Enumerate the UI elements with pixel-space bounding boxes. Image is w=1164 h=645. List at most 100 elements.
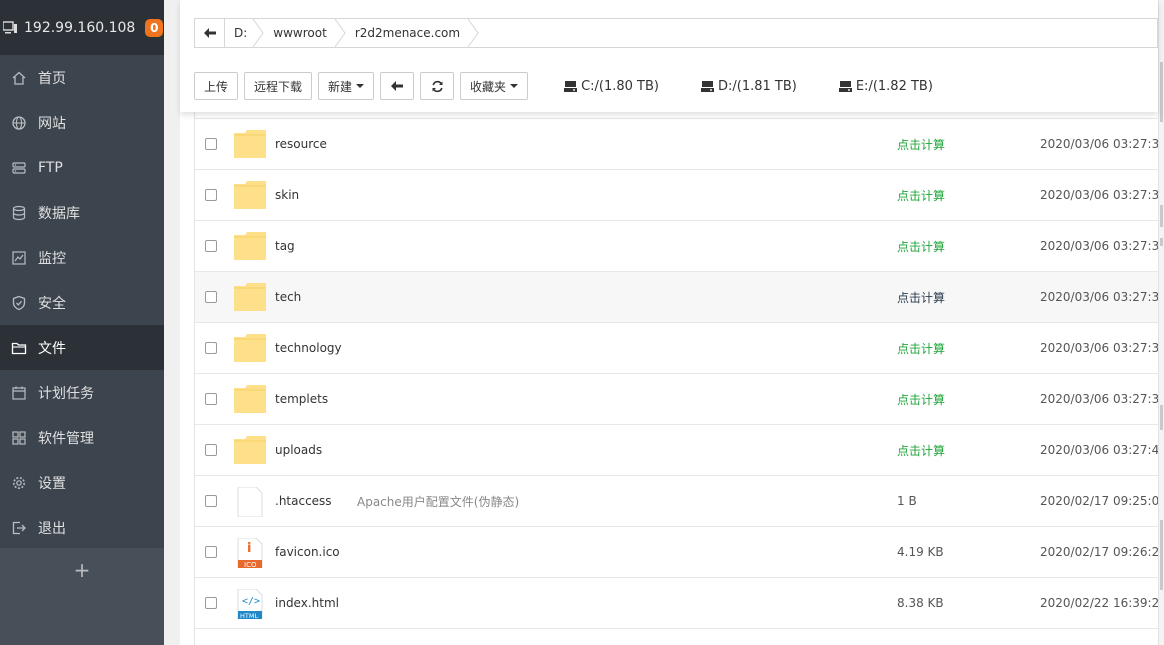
row-checkbox[interactable] xyxy=(205,393,217,405)
folder-icon xyxy=(234,283,266,311)
disk-label: C:/(1.80 TB) xyxy=(581,78,659,94)
scrollbar-track-mark xyxy=(1160,205,1163,227)
table-row[interactable]: </> HTML index.html 8.38 KB 2020/02/22 16:39… xyxy=(195,578,1158,629)
calculate-size-link[interactable]: 点击计算 xyxy=(897,136,945,153)
table-row[interactable]: technology 点击计算 2020/03/06 03:27:39 xyxy=(195,323,1158,374)
table-row[interactable]: templets 点击计算 2020/03/06 03:27:39 xyxy=(195,374,1158,425)
sidebar-item-3[interactable]: 数据库 xyxy=(0,190,164,235)
disk-list: C:/(1.80 TB) D:/(1.81 TB) E:/(1.82 TB) xyxy=(538,79,933,94)
arrow-left-icon xyxy=(391,81,404,91)
file-date: 2020/03/06 03:27:39 xyxy=(1040,188,1158,202)
file-name[interactable]: uploads xyxy=(275,443,322,457)
file-note[interactable]: Apache用户配置文件(伪静态) xyxy=(357,493,519,510)
file-name[interactable]: .htaccess xyxy=(275,494,332,508)
disk-item[interactable]: E:/(1.82 TB) xyxy=(838,79,933,94)
add-plugin-button[interactable]: + xyxy=(0,548,164,592)
scrollbar-track-mark xyxy=(1160,520,1163,590)
sidebar-item-9[interactable]: 设置 xyxy=(0,460,164,505)
database-icon xyxy=(11,205,27,221)
row-checkbox[interactable] xyxy=(205,495,217,507)
ftp-icon xyxy=(11,160,27,176)
sidebar-item-label: 计划任务 xyxy=(38,385,94,402)
sidebar-item-label: 首页 xyxy=(38,70,66,87)
action-toolbar: 上传 远程下载 新建 收藏夹 C:/(1.80 TB) D:/(1.81 TB) E… xyxy=(194,72,933,100)
notification-badge[interactable]: 0 xyxy=(145,18,164,37)
table-row[interactable]: .htaccess Apache用户配置文件(伪静态) 1 B 2020/02/17 … xyxy=(195,476,1158,527)
file-name[interactable]: index.html xyxy=(275,596,339,610)
back-button[interactable] xyxy=(380,72,415,100)
disk-item[interactable]: D:/(1.81 TB) xyxy=(700,78,797,94)
svg-text:ICO: ICO xyxy=(244,561,257,568)
row-checkbox[interactable] xyxy=(205,546,217,558)
file-size: 1 B xyxy=(897,494,917,508)
file-manager-panel: resource 点击计算 2020/03/06 03:27:39 skin 点击计算 2… xyxy=(180,0,1164,645)
sidebar-item-4[interactable]: 监控 xyxy=(0,235,164,280)
breadcrumb-item-drive[interactable]: D: xyxy=(225,19,264,47)
file-name[interactable]: tag xyxy=(275,239,295,253)
sidebar-item-2[interactable]: FTP xyxy=(0,145,164,190)
scrollbar-track-mark xyxy=(1160,62,1163,122)
file-date: 2020/03/06 03:27:39 xyxy=(1040,392,1158,406)
file-name[interactable]: templets xyxy=(275,392,328,406)
breadcrumb-item-wwwroot[interactable]: wwwroot xyxy=(259,19,346,47)
sidebar-item-1[interactable]: 网站 xyxy=(0,100,164,145)
file-size: 8.38 KB xyxy=(897,596,944,610)
sidebar-item-10[interactable]: 退出 xyxy=(0,505,164,550)
row-checkbox[interactable] xyxy=(205,444,217,456)
sidebar-item-6[interactable]: 文件 xyxy=(0,325,164,370)
file-name[interactable]: skin xyxy=(275,188,299,202)
file-date: 2020/03/06 03:27:39 xyxy=(1040,290,1158,304)
calculate-size-link[interactable]: 点击计算 xyxy=(897,238,945,255)
gear-icon xyxy=(11,475,27,491)
sidebar-item-5[interactable]: 安全 xyxy=(0,280,164,325)
breadcrumb-item-site[interactable]: r2d2menace.com xyxy=(341,19,479,47)
sidebar-item-7[interactable]: 计划任务 xyxy=(0,370,164,415)
file-date: 2020/03/06 03:27:39 xyxy=(1040,341,1158,355)
calculate-size-link[interactable]: 点击计算 xyxy=(897,442,945,459)
sidebar-item-0[interactable]: 首页 xyxy=(0,55,164,100)
row-checkbox[interactable] xyxy=(205,342,217,354)
table-row[interactable]: uploads 点击计算 2020/03/06 03:27:40 xyxy=(195,425,1158,476)
folder-icon xyxy=(234,130,266,158)
upload-button[interactable]: 上传 xyxy=(194,72,239,100)
sidebar-item-label: 退出 xyxy=(38,520,66,537)
path-back-button[interactable] xyxy=(195,19,225,47)
new-dropdown-button[interactable]: 新建 xyxy=(318,72,375,100)
table-row[interactable]: tech 点击计算 2020/03/06 03:27:39 xyxy=(195,272,1158,323)
sidebar-item-label: 设置 xyxy=(38,475,66,492)
table-row[interactable]: i ICO favicon.ico 4.19 KB 2020/02/17 09:26:2… xyxy=(195,527,1158,578)
table-row[interactable]: skin 点击计算 2020/03/06 03:27:39 xyxy=(195,170,1158,221)
row-checkbox[interactable] xyxy=(205,189,217,201)
disk-item[interactable]: C:/(1.80 TB) xyxy=(564,79,659,94)
caret-down-icon xyxy=(510,84,519,88)
scrollbar[interactable] xyxy=(1158,0,1164,645)
calculate-size-link[interactable]: 点击计算 xyxy=(897,340,945,357)
table-row[interactable]: tag 点击计算 2020/03/06 03:27:39 xyxy=(195,221,1158,272)
row-checkbox[interactable] xyxy=(205,291,217,303)
hard-drive-icon xyxy=(564,81,578,92)
sidebar-item-label: 监控 xyxy=(38,250,66,267)
hard-drive-icon xyxy=(700,81,714,92)
calculate-size-link[interactable]: 点击计算 xyxy=(897,391,945,408)
sidebar-item-8[interactable]: 软件管理 xyxy=(0,415,164,460)
disk-label: D:/(1.81 TB) xyxy=(717,78,797,94)
file-name[interactable]: favicon.ico xyxy=(275,545,340,559)
row-checkbox[interactable] xyxy=(205,138,217,150)
file-name[interactable]: resource xyxy=(275,137,327,151)
breadcrumb-label: wwwroot xyxy=(273,26,327,40)
svg-text:</>: </> xyxy=(242,596,260,607)
shield-icon xyxy=(11,295,27,311)
file-name[interactable]: technology xyxy=(275,341,342,355)
calculate-size-link[interactable]: 点击计算 xyxy=(897,289,945,306)
table-row[interactable]: resource 点击计算 2020/03/06 03:27:39 xyxy=(195,119,1158,170)
refresh-button[interactable] xyxy=(420,72,455,100)
plus-icon: + xyxy=(73,558,91,582)
file-name[interactable]: tech xyxy=(275,290,301,304)
row-checkbox[interactable] xyxy=(205,240,217,252)
remote-download-button[interactable]: 远程下载 xyxy=(244,72,313,100)
row-checkbox[interactable] xyxy=(205,597,217,609)
refresh-icon xyxy=(431,80,443,92)
calculate-size-link[interactable]: 点击计算 xyxy=(897,187,945,204)
file-size: 4.19 KB xyxy=(897,545,944,559)
favorites-dropdown-button[interactable]: 收藏夹 xyxy=(460,72,529,100)
